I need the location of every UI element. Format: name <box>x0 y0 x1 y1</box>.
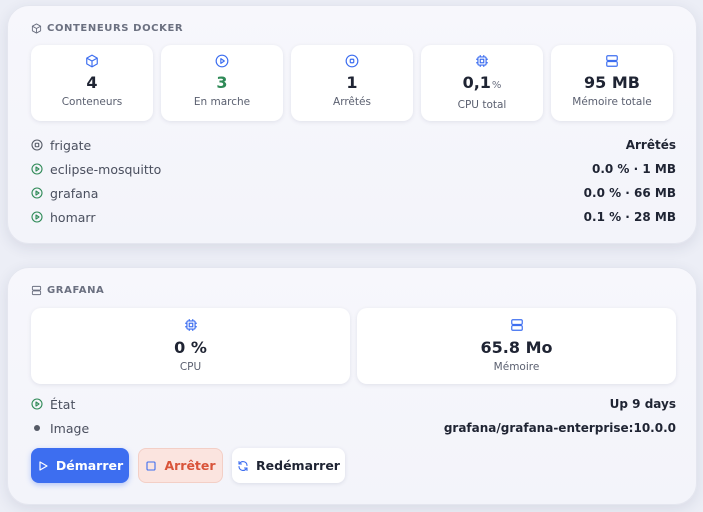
restart-button[interactable]: Redémarrer <box>232 448 345 483</box>
server-icon <box>510 319 523 331</box>
stat-value: 0,1% <box>463 73 502 96</box>
stop-button[interactable]: Arrêter <box>138 448 223 483</box>
stat-value: 1 <box>346 73 358 92</box>
play-icon <box>39 460 48 471</box>
stat-cpu-total: 0,1% CPU total <box>421 45 543 121</box>
stat-value: 95 MB <box>584 73 640 92</box>
grafana-details: État Up 9 days Image grafana/grafana-ent… <box>31 392 676 440</box>
bullet-dot-icon <box>34 425 40 431</box>
docker-containers-card: Conteneurs Docker 4 Conteneurs 3 En marc… <box>7 5 697 244</box>
stat-memory: 65.8 Mo Mémoire <box>357 308 676 384</box>
container-name-wrap: eclipse-mosquitto <box>31 162 161 177</box>
stat-label: Conteneurs <box>61 96 123 108</box>
container-name: grafana <box>50 185 99 201</box>
state-label: État <box>50 396 76 412</box>
container-name: eclipse-mosquitto <box>50 161 162 177</box>
box-icon <box>86 54 98 68</box>
state-label-wrap: État <box>31 397 75 412</box>
cpu-label: CPU <box>179 361 202 373</box>
image-value: grafana/grafana-enterprise:10.0.0 <box>443 421 676 435</box>
memory-label: Mémoire <box>493 361 540 373</box>
play-circle-icon <box>31 398 43 410</box>
restart-button-label: Redémarrer <box>256 458 340 473</box>
container-name: homarr <box>50 209 96 225</box>
server-icon <box>606 55 618 67</box>
grafana-actions: Démarrer Arrêter Redémarrer <box>31 448 345 483</box>
stop-button-label: Arrêter <box>164 458 216 473</box>
stat-containers: 4 Conteneurs <box>31 45 153 121</box>
container-name-wrap: homarr <box>31 210 95 225</box>
container-row-frigate[interactable]: frigate Arrêtés <box>31 133 676 157</box>
stat-label: Mémoire totale <box>572 96 652 108</box>
cpu-total-value: 0,1 <box>462 73 491 92</box>
container-detail: 0.0 % · 66 MB <box>583 186 676 200</box>
play-circle-icon <box>31 187 43 199</box>
stop-circle-icon <box>31 139 43 151</box>
cpu-total-unit: % <box>491 80 502 91</box>
stat-value: 3 <box>216 73 228 92</box>
grafana-stats: 0 % CPU 65.8 Mo Mémoire <box>31 308 676 384</box>
stat-running: 3 En marche <box>161 45 283 121</box>
cpu-icon <box>184 319 197 331</box>
play-circle-icon <box>31 163 43 175</box>
stop-icon <box>146 460 156 471</box>
container-row-eclipse-mosquitto[interactable]: eclipse-mosquitto 0.0 % · 1 MB <box>31 157 676 181</box>
stat-label: CPU total <box>457 99 507 111</box>
container-row-homarr[interactable]: homarr 0.1 % · 28 MB <box>31 205 676 229</box>
docker-card-title: Conteneurs Docker <box>47 23 184 34</box>
box-icon <box>31 23 42 34</box>
stat-stopped: 1 Arrêtés <box>291 45 413 121</box>
state-value: Up 9 days <box>609 397 676 411</box>
stat-cpu: 0 % CPU <box>31 308 350 384</box>
docker-stats: 4 Conteneurs 3 En marche 1 Arrêtés 0,1% … <box>31 45 673 121</box>
grafana-card-title: Grafana <box>47 285 105 296</box>
container-row-grafana[interactable]: grafana 0.0 % · 66 MB <box>31 181 676 205</box>
docker-card-header: Conteneurs Docker <box>31 23 183 34</box>
stat-label: Arrêtés <box>333 96 371 108</box>
container-name-wrap: grafana <box>31 186 98 201</box>
grafana-card-header: Grafana <box>31 285 104 296</box>
container-detail: Arrêtés <box>625 138 676 152</box>
play-circle-icon <box>31 211 43 223</box>
stat-label: En marche <box>193 96 251 108</box>
image-label: Image <box>50 420 90 436</box>
stat-memory-total: 95 MB Mémoire totale <box>551 45 673 121</box>
cpu-icon <box>476 55 488 67</box>
container-name-wrap: frigate <box>31 138 91 153</box>
container-detail: 0.1 % · 28 MB <box>583 210 676 224</box>
server-icon <box>31 285 42 296</box>
image-row: Image grafana/grafana-enterprise:10.0.0 <box>31 416 676 440</box>
image-label-wrap: Image <box>31 421 89 436</box>
play-circle-icon <box>215 54 229 68</box>
stat-value: 4 <box>86 73 98 92</box>
state-row: État Up 9 days <box>31 392 676 416</box>
memory-value: 65.8 Mo <box>480 338 553 357</box>
container-list: frigate Arrêtés eclipse-mosquitto 0.0 % … <box>31 133 676 229</box>
cpu-value: 0 % <box>174 338 207 357</box>
start-button[interactable]: Démarrer <box>31 448 129 483</box>
grafana-card: Grafana 0 % CPU 65.8 Mo Mémoire État <box>7 267 697 505</box>
start-button-label: Démarrer <box>55 458 124 473</box>
container-detail: 0.0 % · 1 MB <box>592 162 676 176</box>
refresh-icon <box>238 460 248 471</box>
container-name: frigate <box>50 137 92 153</box>
stop-circle-icon <box>345 54 359 68</box>
